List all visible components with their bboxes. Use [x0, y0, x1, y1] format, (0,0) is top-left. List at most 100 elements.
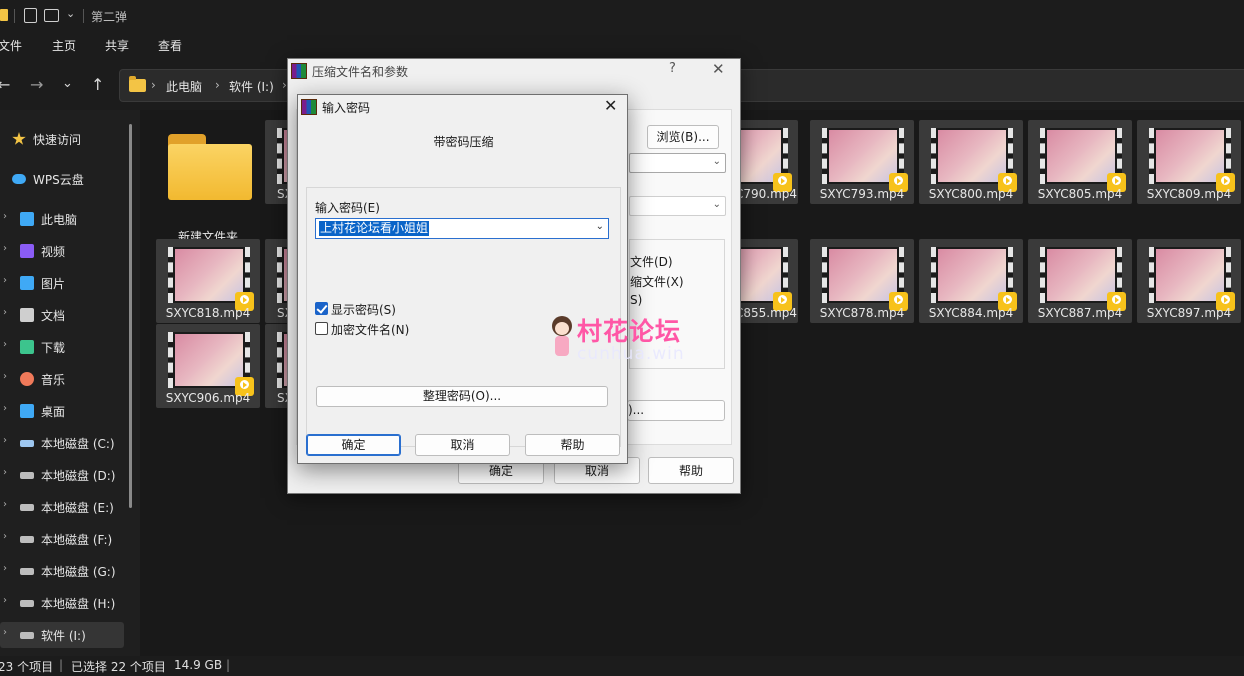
sidebar-item[interactable]: › 本地磁盘 (G:): [0, 558, 124, 584]
video-file-item[interactable]: C790.mp4: [732, 120, 798, 204]
sidebar-item[interactable]: › 本地磁盘 (E:): [0, 494, 124, 520]
tab-share[interactable]: 共享: [105, 37, 129, 54]
expand-chevron-icon[interactable]: ›: [3, 275, 7, 286]
sidebar-item-label: 本地磁盘 (G:): [41, 565, 116, 579]
option-label[interactable]: 缩文件(X): [630, 273, 684, 290]
video-thumbnail-icon: [168, 332, 254, 396]
organize-passwords-button[interactable]: 整理密码(O)...: [316, 386, 608, 407]
video-file-item[interactable]: SXYC793.mp4: [810, 120, 914, 204]
expand-chevron-icon[interactable]: ›: [3, 371, 7, 382]
sidebar-item[interactable]: › 本地磁盘 (C:): [0, 430, 124, 456]
tab-view[interactable]: 查看: [158, 37, 182, 54]
chevron-down-icon[interactable]: ⌄: [66, 7, 75, 20]
video-file-item[interactable]: SXYC809.mp4: [1137, 120, 1241, 204]
expand-chevron-icon[interactable]: ›: [3, 435, 7, 446]
up-icon[interactable]: ↑: [91, 75, 104, 94]
sidebar-item[interactable]: › 软件 (I:): [0, 622, 124, 648]
expand-chevron-icon[interactable]: ›: [3, 339, 7, 350]
expand-chevron-icon[interactable]: ›: [3, 403, 7, 414]
update-mode-combo[interactable]: ⌄: [629, 196, 726, 216]
drive-icon: [20, 568, 34, 575]
drive-icon: [20, 632, 34, 639]
sidebar-item[interactable]: › 本地磁盘 (F:): [0, 526, 124, 552]
drive-icon: [20, 472, 34, 479]
chevron-down-icon[interactable]: ⌄: [596, 221, 604, 232]
expand-chevron-icon[interactable]: ›: [3, 467, 7, 478]
tab-file[interactable]: 文件: [0, 37, 22, 54]
navigation-pane: 快速访问 WPS云盘 › 此电脑 › 视频 › 图片 › 文档 › 下载 › 音乐 › 桌面 › 本地磁盘 (C:…: [0, 110, 140, 656]
sidebar-item-label: 本地磁盘 (H:): [41, 597, 116, 611]
sidebar-item-label: 视频: [41, 245, 66, 259]
sidebar-item[interactable]: › 桌面: [0, 398, 124, 424]
video-file-item[interactable]: SXYC818.mp4: [156, 239, 260, 323]
expand-chevron-icon[interactable]: ›: [3, 499, 7, 510]
video-file-item[interactable]: SXYC897.mp4: [1137, 239, 1241, 323]
picture-icon: [20, 276, 34, 290]
sidebar-item[interactable]: › 此电脑: [0, 206, 124, 232]
archive-name-combo[interactable]: ⌄: [629, 153, 726, 173]
encrypt-file-names-checkbox[interactable]: [315, 322, 328, 335]
cloud-icon: [12, 174, 26, 184]
recent-chevron-icon[interactable]: ⌄: [62, 76, 73, 91]
video-file-item[interactable]: SXYC800.mp4: [919, 120, 1023, 204]
sidebar-item[interactable]: WPS云盘: [0, 166, 124, 192]
folder-item[interactable]: 新建文件夹: [156, 120, 260, 244]
video-thumbnail-icon: [1040, 247, 1126, 311]
cancel-button[interactable]: 取消: [415, 434, 510, 456]
dialog-title: 输入密码: [322, 101, 371, 115]
expand-chevron-icon[interactable]: ›: [3, 243, 7, 254]
file-name: C855.mp4: [735, 306, 798, 320]
sidebar-item[interactable]: › 下载: [0, 334, 124, 360]
close-icon[interactable]: ✕: [604, 96, 617, 115]
divider: |: [59, 658, 64, 672]
video-icon: [20, 244, 34, 258]
show-password-label[interactable]: 显示密码(S): [331, 301, 396, 318]
expand-chevron-icon[interactable]: ›: [3, 595, 7, 606]
properties-icon[interactable]: [24, 8, 37, 23]
video-file-item[interactable]: SXYC805.mp4: [1028, 120, 1132, 204]
sidebar-item[interactable]: › 图片: [0, 270, 124, 296]
video-thumbnail-icon: [931, 247, 1017, 311]
set-password-button[interactable]: )...: [627, 400, 725, 421]
ok-button[interactable]: 确定: [306, 434, 401, 456]
show-password-checkbox[interactable]: [315, 302, 328, 315]
breadcrumb-this-pc[interactable]: 此电脑: [166, 78, 202, 95]
video-file-item[interactable]: C855.mp4: [732, 239, 798, 323]
close-icon[interactable]: ✕: [712, 60, 725, 78]
new-folder-icon[interactable]: [44, 9, 59, 22]
forward-icon[interactable]: →: [30, 75, 43, 94]
help-icon[interactable]: ?: [669, 61, 676, 76]
video-file-item[interactable]: SXYC887.mp4: [1028, 239, 1132, 323]
file-name: SXYC800.mp4: [928, 187, 1014, 201]
sidebar-item[interactable]: › 本地磁盘 (H:): [0, 590, 124, 616]
help-button[interactable]: 帮助: [648, 457, 734, 484]
help-button[interactable]: 帮助: [525, 434, 620, 456]
video-thumbnail-icon: [931, 128, 1017, 192]
sidebar-scrollbar[interactable]: [129, 124, 132, 508]
video-file-item[interactable]: SXYC906.mp4: [156, 324, 260, 408]
tab-home[interactable]: 主页: [52, 37, 76, 54]
option-label[interactable]: S): [630, 293, 642, 307]
back-icon[interactable]: ←: [0, 75, 10, 94]
sidebar-item[interactable]: › 视频: [0, 238, 124, 264]
encrypt-file-names-label[interactable]: 加密文件名(N): [331, 321, 409, 338]
expand-chevron-icon[interactable]: ›: [3, 563, 7, 574]
breadcrumb-drive[interactable]: 软件 (I:): [229, 78, 274, 95]
expand-chevron-icon[interactable]: ›: [3, 307, 7, 318]
sidebar-item[interactable]: › 音乐: [0, 366, 124, 392]
sidebar-item[interactable]: › 本地磁盘 (D:): [0, 462, 124, 488]
sidebar-item[interactable]: 快速访问: [0, 126, 124, 152]
divider: |: [226, 658, 231, 672]
expand-chevron-icon[interactable]: ›: [3, 531, 7, 542]
chevron-down-icon: ⌄: [712, 156, 721, 167]
sidebar-item-label: WPS云盘: [33, 173, 84, 187]
video-file-item[interactable]: SXYC878.mp4: [810, 239, 914, 323]
sidebar-item[interactable]: › 文档: [0, 302, 124, 328]
password-input[interactable]: 上村花论坛看小姐姐 ⌄: [315, 218, 609, 239]
browse-button[interactable]: 浏览(B)...: [647, 125, 719, 149]
option-label[interactable]: 文件(D): [630, 253, 673, 270]
expand-chevron-icon[interactable]: ›: [3, 627, 7, 638]
file-name: SXYC818.mp4: [165, 306, 251, 320]
expand-chevron-icon[interactable]: ›: [3, 211, 7, 222]
video-file-item[interactable]: SXYC884.mp4: [919, 239, 1023, 323]
